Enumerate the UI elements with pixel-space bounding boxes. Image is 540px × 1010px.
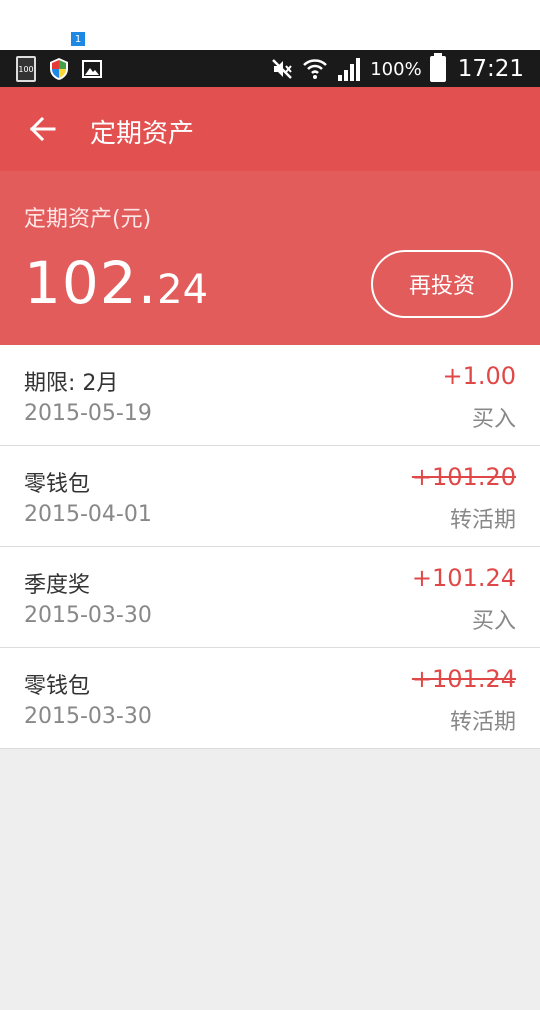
status-right-icons: 100% 17:21 xyxy=(270,53,524,84)
transaction-date: 2015-04-01 xyxy=(24,502,152,527)
total-amount: 102.24 xyxy=(24,249,208,317)
transaction-date: 2015-03-30 xyxy=(24,603,152,628)
status-left-icons: 100 xyxy=(16,54,102,84)
transaction-row[interactable]: 零钱包 2015-03-30 +101.24 转活期 xyxy=(0,648,540,749)
clock: 17:21 xyxy=(457,56,524,82)
reinvest-button[interactable]: 再投资 xyxy=(371,250,513,318)
transaction-title: 零钱包 xyxy=(24,674,91,699)
wifi-icon xyxy=(303,59,328,79)
transaction-type: 买入 xyxy=(471,407,516,432)
transaction-date: 2015-05-19 xyxy=(24,401,152,426)
signal-icon xyxy=(338,58,361,81)
battery-icon xyxy=(429,53,446,82)
transaction-list: 期限: 2月 2015-05-19 +1.00 买入 零钱包 2015-04-0… xyxy=(0,345,540,749)
app-bar: 定期资产 xyxy=(0,87,540,171)
transaction-date: 2015-03-30 xyxy=(24,704,152,729)
shield-icon xyxy=(50,58,68,80)
transaction-row[interactable]: 季度奖 2015-03-30 +101.24 买入 xyxy=(0,547,540,648)
gallery-icon xyxy=(82,60,102,78)
transaction-type: 转活期 xyxy=(449,508,516,533)
asset-summary: 定期资产(元) 102.24 再投资 xyxy=(0,171,540,345)
total-amount-integer: 102. xyxy=(24,249,158,317)
battery-percent: 100% xyxy=(370,58,422,80)
summary-label: 定期资产(元) xyxy=(24,207,152,232)
page-title: 定期资产 xyxy=(90,119,195,149)
battery-saver-icon: 100 xyxy=(16,56,36,82)
status-bar: 100 100% 17:21 xyxy=(0,50,540,87)
back-button[interactable] xyxy=(22,111,62,147)
transaction-amount: +1.00 xyxy=(442,362,516,390)
transaction-row[interactable]: 期限: 2月 2015-05-19 +1.00 买入 xyxy=(0,345,540,446)
transaction-title: 期限: 2月 xyxy=(24,371,119,396)
battery-saver-label: 100 xyxy=(18,64,34,74)
arrow-left-icon xyxy=(29,116,56,142)
transaction-title: 季度奖 xyxy=(24,573,91,598)
mute-icon xyxy=(272,59,293,79)
notification-badge: 1 xyxy=(70,31,86,47)
transaction-amount: +101.24 xyxy=(411,564,516,592)
total-amount-fraction: 24 xyxy=(157,267,209,313)
transaction-type: 转活期 xyxy=(449,710,516,735)
transaction-amount: +101.20 xyxy=(411,463,516,491)
transaction-type: 买入 xyxy=(471,609,516,634)
transaction-row[interactable]: 零钱包 2015-04-01 +101.20 转活期 xyxy=(0,446,540,547)
transaction-amount: +101.24 xyxy=(411,665,516,693)
transaction-title: 零钱包 xyxy=(24,472,91,497)
